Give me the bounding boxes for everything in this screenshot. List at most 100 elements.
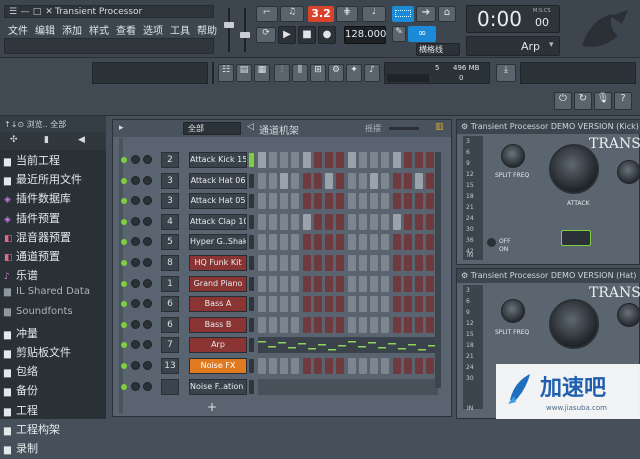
channel-mute-led[interactable] xyxy=(121,280,127,287)
channel-select-indicator[interactable] xyxy=(249,153,254,167)
step-button[interactable] xyxy=(291,255,299,271)
arrow-right-icon[interactable]: ➔ xyxy=(416,6,436,22)
channel-rack-icon[interactable]: ▦ xyxy=(254,64,270,82)
tempo-display[interactable]: 128.000 xyxy=(344,26,386,44)
step-button[interactable] xyxy=(359,255,367,271)
browser-item[interactable]: ▆ 工程 xyxy=(4,402,38,421)
step-button[interactable] xyxy=(381,316,389,333)
step-button[interactable] xyxy=(325,193,333,210)
step-button[interactable] xyxy=(325,255,333,271)
step-button[interactable] xyxy=(404,296,412,313)
step-button[interactable] xyxy=(359,275,367,292)
step-button[interactable] xyxy=(336,152,344,168)
channel-pan-knob[interactable] xyxy=(131,155,140,164)
browser-item[interactable]: ▆ 最近所用文件 xyxy=(4,171,82,190)
playlist-icon[interactable]: ☷ xyxy=(218,64,234,82)
channel-name-button[interactable]: Noise FX xyxy=(189,358,247,374)
channel-select-indicator[interactable] xyxy=(249,338,254,353)
step-button[interactable] xyxy=(269,193,277,210)
step-button[interactable] xyxy=(381,193,389,210)
step-button[interactable] xyxy=(258,152,266,168)
question-icon[interactable]: ? xyxy=(614,92,632,110)
channel-pan-knob[interactable] xyxy=(131,340,140,350)
channel-select-indicator[interactable] xyxy=(249,173,254,188)
step-button[interactable] xyxy=(314,358,322,374)
channel-volume-knob[interactable] xyxy=(143,361,152,370)
channel-mixer-track[interactable]: 6 xyxy=(161,316,179,333)
close-icon[interactable]: ✕ xyxy=(43,6,55,18)
channel-mixer-track[interactable] xyxy=(161,378,179,395)
step-button[interactable] xyxy=(393,193,401,210)
browser-header-arrows-icon[interactable]: ↑↓⊙ xyxy=(4,120,27,129)
channel-mute-led[interactable] xyxy=(121,383,127,390)
channel-name-button[interactable]: Grand Piano xyxy=(189,275,247,292)
download-icon[interactable]: ⤓ xyxy=(496,64,516,82)
step-button[interactable] xyxy=(325,213,333,230)
browser-item[interactable]: ▆ 包络 xyxy=(4,363,38,382)
step-button[interactable] xyxy=(303,234,311,251)
refresh-icon[interactable]: ↻ xyxy=(574,92,592,110)
step-button[interactable] xyxy=(393,358,401,374)
step-button[interactable] xyxy=(370,316,378,333)
split-freq-knob[interactable] xyxy=(501,299,525,323)
channel-name-button[interactable]: Attack Clap 10 xyxy=(189,213,247,230)
channel-name-button[interactable]: Attack Hat 05 xyxy=(189,193,247,210)
step-button[interactable] xyxy=(325,358,333,374)
step-button[interactable] xyxy=(393,296,401,313)
plugin-gear-icon[interactable]: ⚙ xyxy=(461,122,471,131)
hat-icon[interactable]: ⌂ xyxy=(438,6,456,22)
channel-mute-led[interactable] xyxy=(121,157,127,163)
step-button[interactable] xyxy=(258,255,266,271)
step-button[interactable] xyxy=(415,358,423,374)
browser-item[interactable]: ◈ 插件数据库 xyxy=(4,190,71,209)
menu-tools[interactable]: 工具 xyxy=(170,26,190,37)
step-button[interactable] xyxy=(269,213,277,230)
step-button[interactable] xyxy=(359,172,367,189)
channel-volume-knob[interactable] xyxy=(143,319,152,329)
step-button[interactable] xyxy=(303,152,311,168)
step-button[interactable] xyxy=(370,296,378,313)
step-button[interactable] xyxy=(336,193,344,210)
step-button[interactable] xyxy=(280,193,288,210)
channel-mixer-track[interactable]: 1 xyxy=(161,275,179,292)
channel-mute-led[interactable] xyxy=(121,177,127,184)
step-button[interactable] xyxy=(325,296,333,313)
step-button[interactable] xyxy=(348,152,356,168)
browser-item[interactable]: ▆ 录制 xyxy=(4,440,38,459)
step-button[interactable] xyxy=(348,193,356,210)
channel-mute-led[interactable] xyxy=(121,301,127,308)
step-button[interactable] xyxy=(370,193,378,210)
step-button[interactable] xyxy=(280,172,288,189)
step-button[interactable] xyxy=(415,316,423,333)
record-icon[interactable]: ● xyxy=(318,26,336,44)
menu-icon[interactable]: ☰ xyxy=(7,6,19,18)
step-button[interactable] xyxy=(303,296,311,313)
step-button[interactable] xyxy=(393,234,401,251)
step-button[interactable] xyxy=(314,275,322,292)
channel-pan-knob[interactable] xyxy=(131,381,140,391)
channel-pan-knob[interactable] xyxy=(131,319,140,329)
step-button[interactable] xyxy=(280,316,288,333)
channel-mute-led[interactable] xyxy=(121,342,127,349)
step-button[interactable] xyxy=(348,213,356,230)
channel-name-button[interactable]: Bass B xyxy=(189,316,247,333)
step-button[interactable] xyxy=(269,234,277,251)
step-button[interactable] xyxy=(303,275,311,292)
step-button[interactable] xyxy=(415,193,423,210)
channel-select-indicator[interactable] xyxy=(249,194,254,209)
browser-item[interactable]: ◈ 插件预置 xyxy=(4,210,60,229)
channel-volume-knob[interactable] xyxy=(143,155,152,164)
step-button[interactable] xyxy=(280,275,288,292)
step-button[interactable] xyxy=(426,296,434,313)
step-button[interactable] xyxy=(415,172,423,189)
step-button[interactable] xyxy=(426,172,434,189)
step-button[interactable] xyxy=(291,172,299,189)
snap-select[interactable]: 横格线 xyxy=(416,43,460,56)
step-button[interactable] xyxy=(258,234,266,251)
pencil-icon[interactable]: ✎ xyxy=(392,26,406,42)
step-button[interactable] xyxy=(291,152,299,168)
curve-button[interactable] xyxy=(561,230,591,246)
step-button[interactable] xyxy=(359,358,367,374)
step-button[interactable] xyxy=(303,316,311,333)
step-edit-button[interactable]: ⋕ xyxy=(336,6,358,22)
